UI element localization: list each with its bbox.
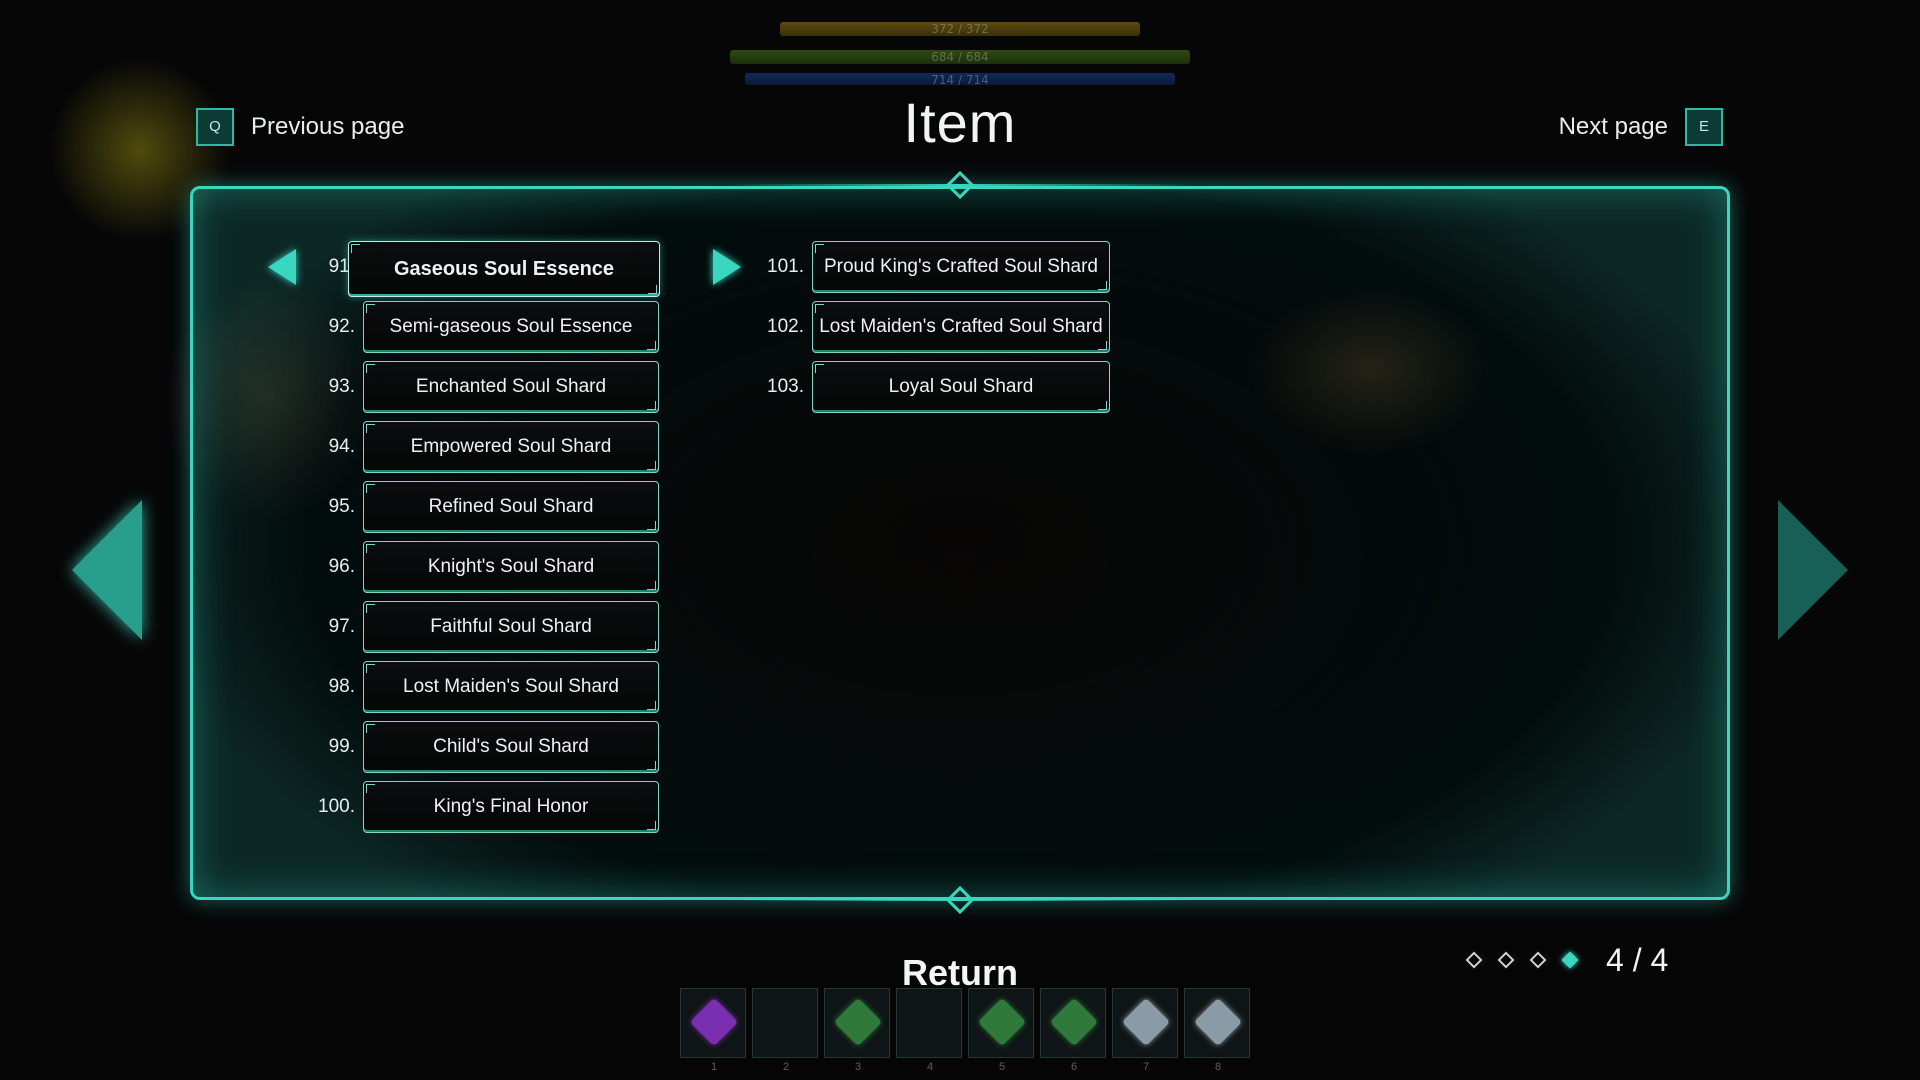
silver-gem-icon	[1121, 997, 1171, 1047]
corner-ornament	[647, 761, 656, 770]
corner-ornament	[815, 364, 824, 373]
green-gem-icon	[833, 997, 883, 1047]
item-name[interactable]: Enchanted Soul Shard	[363, 361, 659, 413]
corner-ornament	[647, 641, 656, 650]
corner-ornament	[366, 604, 375, 613]
item-name[interactable]: Semi-gaseous Soul Essence	[363, 301, 659, 353]
corner-ornament	[648, 285, 657, 294]
mp-bar: 714 / 714	[745, 73, 1175, 87]
item-name-selected[interactable]: Gaseous Soul Essence	[348, 241, 660, 297]
selection-cursor-left-icon	[268, 249, 296, 285]
corner-ornament	[1098, 281, 1107, 290]
corner-ornament	[366, 544, 375, 553]
corner-ornament	[366, 484, 375, 493]
item-number: 95.	[328, 496, 355, 517]
side-next-arrow-icon[interactable]	[1778, 500, 1848, 640]
corner-ornament	[647, 401, 656, 410]
hotbar-slot-number: 2	[782, 1061, 790, 1073]
item-name[interactable]: Refined Soul Shard	[363, 481, 659, 533]
item-number: 99.	[328, 736, 355, 757]
purple-gem-icon	[689, 997, 739, 1047]
corner-ornament	[1098, 341, 1107, 350]
hotbar-slot[interactable]: 7	[1112, 988, 1178, 1073]
corner-ornament	[366, 664, 375, 673]
item-label: Enchanted Soul Shard	[415, 376, 607, 397]
corner-ornament	[815, 244, 824, 253]
item-name[interactable]: Lost Maiden's Crafted Soul Shard	[812, 301, 1110, 353]
hotbar-slot-number: 5	[998, 1061, 1006, 1073]
hotbar-slot[interactable]: 4	[896, 988, 962, 1073]
item-label: Lost Maiden's Soul Shard	[403, 676, 619, 697]
corner-ornament	[366, 364, 375, 373]
item-label: Semi-gaseous Soul Essence	[389, 316, 633, 337]
item-number: 97.	[328, 616, 355, 637]
item-label: Loyal Soul Shard	[888, 376, 1034, 397]
hotbar-slot-number: 8	[1214, 1061, 1222, 1073]
silver-gem-icon	[1193, 997, 1243, 1047]
item-label: Refined Soul Shard	[428, 496, 594, 517]
item-label: Gaseous Soul Essence	[393, 258, 615, 280]
item-name[interactable]: King's Final Honor	[363, 781, 659, 833]
corner-ornament	[647, 701, 656, 710]
corner-ornament	[366, 424, 375, 433]
item-number: 103.	[767, 376, 804, 397]
hotbar: 1 2 3 4 5 6 7 8	[680, 988, 1250, 1080]
hotbar-slot-number: 3	[854, 1061, 862, 1073]
item-number: 100.	[318, 796, 355, 817]
item-number: 92.	[328, 316, 355, 337]
hotbar-slot-number: 4	[926, 1061, 934, 1073]
item-label: Faithful Soul Shard	[430, 616, 592, 637]
hotbar-slot[interactable]: 3	[824, 988, 890, 1073]
hotbar-slot[interactable]: 1	[680, 988, 746, 1073]
item-name[interactable]: Proud King's Crafted Soul Shard	[812, 241, 1110, 293]
previous-page-button[interactable]: Previous page	[251, 108, 404, 146]
item-name[interactable]: Empowered Soul Shard	[363, 421, 659, 473]
next-page-button[interactable]: Next page	[1559, 108, 1668, 146]
hotbar-slot-number: 7	[1142, 1061, 1150, 1073]
item-name[interactable]: Loyal Soul Shard	[812, 361, 1110, 413]
corner-ornament	[647, 341, 656, 350]
green-gem-icon	[1049, 997, 1099, 1047]
item-label: Child's Soul Shard	[433, 736, 589, 757]
item-name[interactable]: Faithful Soul Shard	[363, 601, 659, 653]
hotbar-slot[interactable]: 6	[1040, 988, 1106, 1073]
item-number: 93.	[328, 376, 355, 397]
corner-ornament	[815, 304, 824, 313]
e-key-icon[interactable]: E	[1685, 108, 1723, 146]
item-number: 98.	[328, 676, 355, 697]
q-key-icon[interactable]: Q	[196, 108, 234, 146]
corner-ornament	[647, 521, 656, 530]
item-number: 102.	[767, 316, 804, 337]
item-number: 94.	[328, 436, 355, 457]
corner-ornament	[1098, 401, 1107, 410]
item-name[interactable]: Knight's Soul Shard	[363, 541, 659, 593]
item-name[interactable]: Child's Soul Shard	[363, 721, 659, 773]
green-gem-icon	[977, 997, 1027, 1047]
corner-ornament	[351, 244, 360, 253]
item-name[interactable]: Lost Maiden's Soul Shard	[363, 661, 659, 713]
hp-bar: 684 / 684	[730, 50, 1190, 64]
hotbar-slot[interactable]: 8	[1184, 988, 1250, 1073]
item-label: Proud King's Crafted Soul Shard	[823, 256, 1098, 277]
selection-cursor-right-icon	[713, 249, 741, 285]
item-label: Knight's Soul Shard	[427, 556, 595, 577]
hotbar-slot[interactable]: 5	[968, 988, 1034, 1073]
hotbar-slot-number: 6	[1070, 1061, 1078, 1073]
stamina-bar: 372 / 372	[780, 22, 1140, 36]
item-label: Empowered Soul Shard	[410, 436, 612, 457]
item-label: Lost Maiden's Crafted Soul Shard	[819, 316, 1103, 337]
hotbar-slot[interactable]: 2	[752, 988, 818, 1073]
corner-ornament	[647, 821, 656, 830]
item-number: 101.	[767, 256, 804, 277]
item-label: King's Final Honor	[433, 796, 589, 817]
corner-ornament	[366, 784, 375, 793]
hotbar-slot-number: 1	[710, 1061, 718, 1073]
side-prev-arrow-icon[interactable]	[72, 500, 142, 640]
corner-ornament	[366, 724, 375, 733]
corner-ornament	[366, 304, 375, 313]
item-number: 96.	[328, 556, 355, 577]
corner-ornament	[647, 461, 656, 470]
corner-ornament	[647, 581, 656, 590]
